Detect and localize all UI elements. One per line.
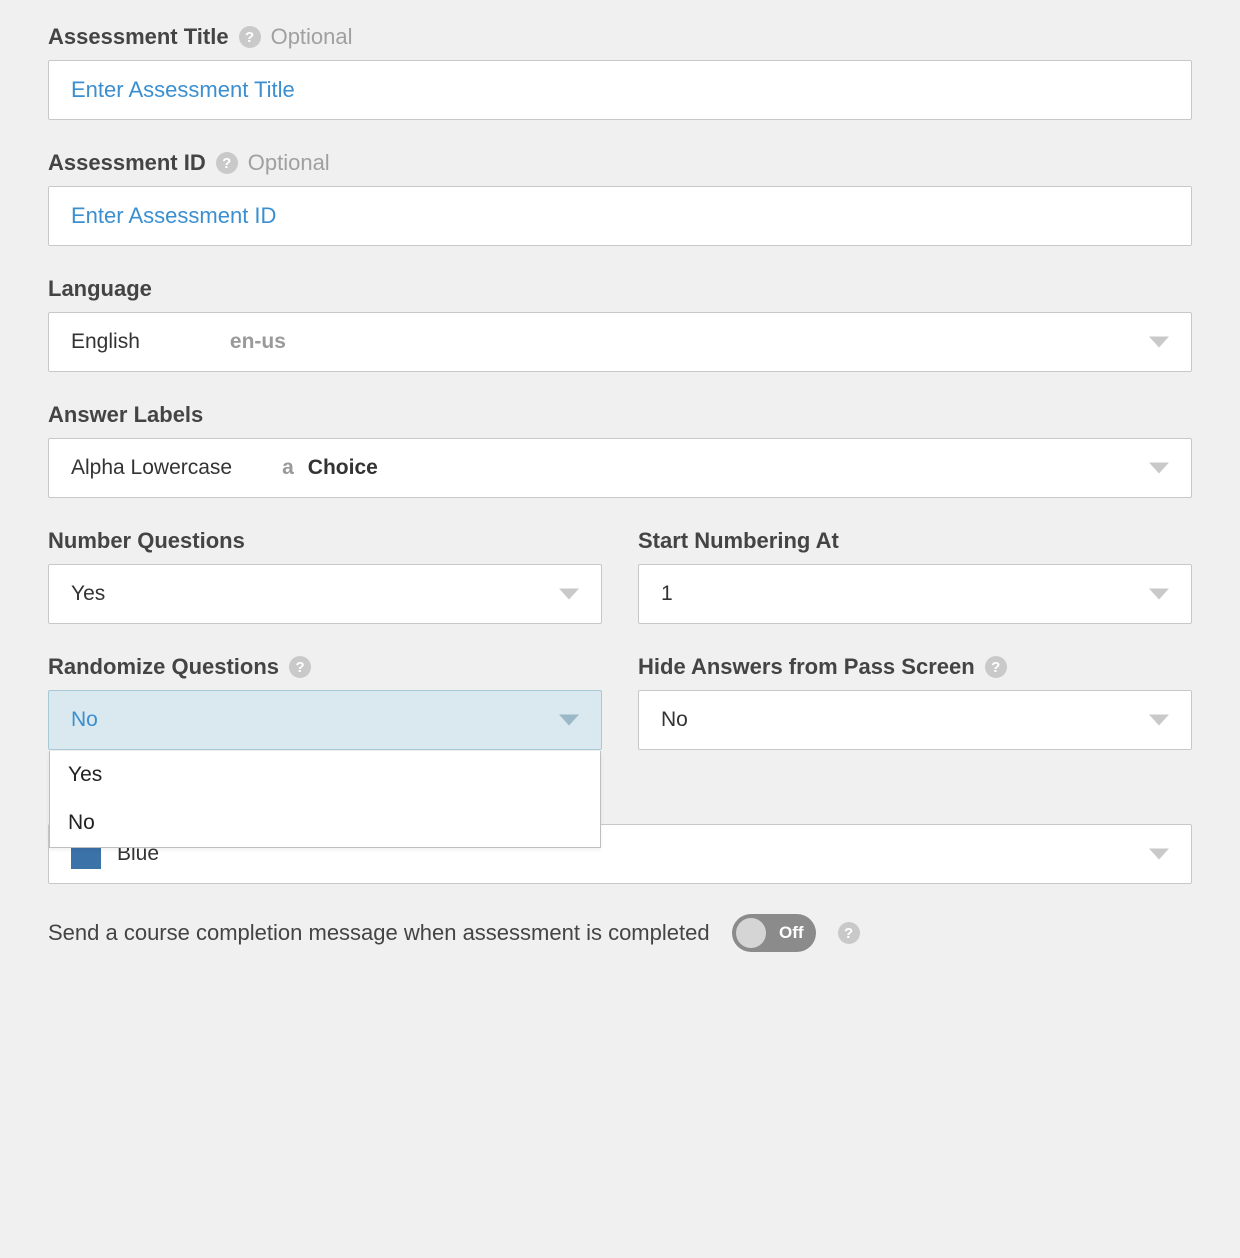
start-numbering-value: 1	[661, 582, 673, 606]
label-row: Hide Answers from Pass Screen ?	[638, 654, 1192, 680]
answer-labels-value: Alpha Lowercase	[71, 456, 232, 480]
label-row: Randomize Questions ?	[48, 654, 602, 680]
chevron-down-icon	[1149, 337, 1169, 348]
completion-toggle-row: Send a course completion message when as…	[48, 914, 1192, 952]
help-icon[interactable]: ?	[216, 152, 238, 174]
hide-answers-field: Hide Answers from Pass Screen ? No	[638, 654, 1192, 750]
help-icon[interactable]: ?	[985, 656, 1007, 678]
optional-text: Optional	[271, 24, 353, 50]
help-icon[interactable]: ?	[239, 26, 261, 48]
assessment-id-field: Assessment ID ? Optional	[48, 150, 1192, 246]
number-questions-field: Number Questions Yes	[48, 528, 602, 624]
randomize-questions-select[interactable]: No Yes No	[48, 690, 602, 750]
answer-labels-field: Answer Labels Alpha Lowercase a Choice	[48, 402, 1192, 498]
label-row: Number Questions	[48, 528, 602, 554]
completion-toggle-label: Send a course completion message when as…	[48, 920, 710, 946]
language-code: en-us	[230, 330, 286, 354]
hide-answers-value: No	[661, 708, 688, 732]
completion-toggle[interactable]: Off	[732, 914, 816, 952]
assessment-id-label: Assessment ID	[48, 150, 206, 176]
number-questions-select[interactable]: Yes	[48, 564, 602, 624]
language-value: English	[71, 330, 140, 354]
answer-labels-select[interactable]: Alpha Lowercase a Choice	[48, 438, 1192, 498]
chevron-down-icon	[559, 589, 579, 600]
assessment-title-label: Assessment Title	[48, 24, 229, 50]
dropdown-option-no[interactable]: No	[50, 799, 600, 847]
help-icon[interactable]: ?	[289, 656, 311, 678]
help-icon[interactable]: ?	[838, 922, 860, 944]
start-numbering-label: Start Numbering At	[638, 528, 839, 554]
start-numbering-select[interactable]: 1	[638, 564, 1192, 624]
dropdown-option-yes[interactable]: Yes	[50, 751, 600, 799]
toggle-state-text: Off	[779, 923, 804, 943]
randomize-questions-dropdown: Yes No	[49, 751, 601, 848]
chevron-down-icon	[1149, 715, 1169, 726]
chevron-down-icon	[1149, 849, 1169, 860]
label-row: Assessment Title ? Optional	[48, 24, 1192, 50]
hide-answers-select[interactable]: No	[638, 690, 1192, 750]
randomize-questions-label: Randomize Questions	[48, 654, 279, 680]
label-row: Language	[48, 276, 1192, 302]
answer-labels-prefix: a	[282, 456, 294, 480]
optional-text: Optional	[248, 150, 330, 176]
answer-labels-label: Answer Labels	[48, 402, 203, 428]
language-field: Language English en-us	[48, 276, 1192, 372]
language-label: Language	[48, 276, 152, 302]
answer-labels-suffix: Choice	[308, 456, 378, 480]
hide-answers-label: Hide Answers from Pass Screen	[638, 654, 975, 680]
number-questions-value: Yes	[71, 582, 105, 606]
label-row: Start Numbering At	[638, 528, 1192, 554]
assessment-id-input[interactable]	[48, 186, 1192, 246]
toggle-knob	[736, 918, 766, 948]
start-numbering-field: Start Numbering At 1	[638, 528, 1192, 624]
number-questions-label: Number Questions	[48, 528, 245, 554]
assessment-title-input[interactable]	[48, 60, 1192, 120]
randomize-questions-field: Randomize Questions ? No Yes No	[48, 654, 602, 750]
chevron-down-icon	[1149, 463, 1169, 474]
assessment-title-field: Assessment Title ? Optional	[48, 24, 1192, 120]
label-row: Assessment ID ? Optional	[48, 150, 1192, 176]
randomize-questions-value: No	[71, 708, 98, 732]
language-select[interactable]: English en-us	[48, 312, 1192, 372]
chevron-down-icon	[1149, 589, 1169, 600]
chevron-down-icon	[559, 715, 579, 726]
label-row: Answer Labels	[48, 402, 1192, 428]
